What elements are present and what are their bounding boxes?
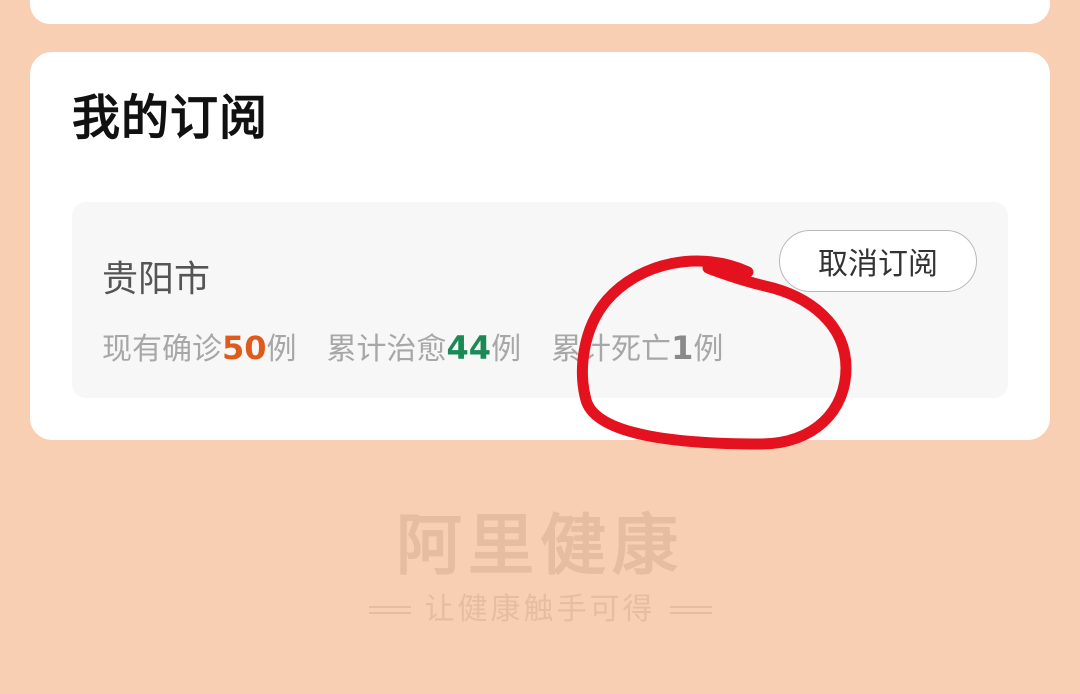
stat-value: 50 (222, 329, 267, 367)
case-stats: 现有确诊50例 累计治愈44例 累计死亡1例 (102, 328, 753, 370)
slogan-right-rule (669, 606, 712, 614)
brand-watermark: 阿里健康 (396, 507, 684, 584)
stat-unit: 例 (693, 332, 724, 367)
unsubscribe-button[interactable]: 取消订阅 (779, 230, 977, 292)
subscription-item-city[interactable]: 贵阳市 取消订阅 现有确诊50例 累计治愈44例 累计死亡1例 (72, 202, 1008, 398)
stat-label: 累计死亡 (551, 332, 672, 367)
stat-value: 1 (671, 329, 694, 367)
my-subscriptions-card: 我的订阅 贵阳市 取消订阅 现有确诊50例 累计治愈44例 累计死亡1例 (30, 52, 1050, 440)
stat-total-recovered: 累计治愈44例 (326, 329, 522, 367)
slogan-text: 让健康触手可得 (424, 592, 656, 627)
section-title: 我的订阅 (72, 90, 269, 146)
stat-label: 现有确诊 (102, 332, 222, 367)
slogan-left-rule (368, 606, 411, 614)
previous-card (30, 0, 1050, 24)
stat-total-deaths: 累计死亡1例 (551, 329, 724, 367)
stat-value: 44 (446, 329, 492, 367)
stat-label: 累计治愈 (326, 332, 447, 367)
stat-current-confirmed: 现有确诊50例 (102, 329, 297, 367)
stat-unit: 例 (266, 332, 297, 367)
stat-unit: 例 (491, 332, 522, 367)
city-name: 贵阳市 (102, 259, 211, 300)
slogan-row: 让健康触手可得 (0, 588, 1080, 632)
